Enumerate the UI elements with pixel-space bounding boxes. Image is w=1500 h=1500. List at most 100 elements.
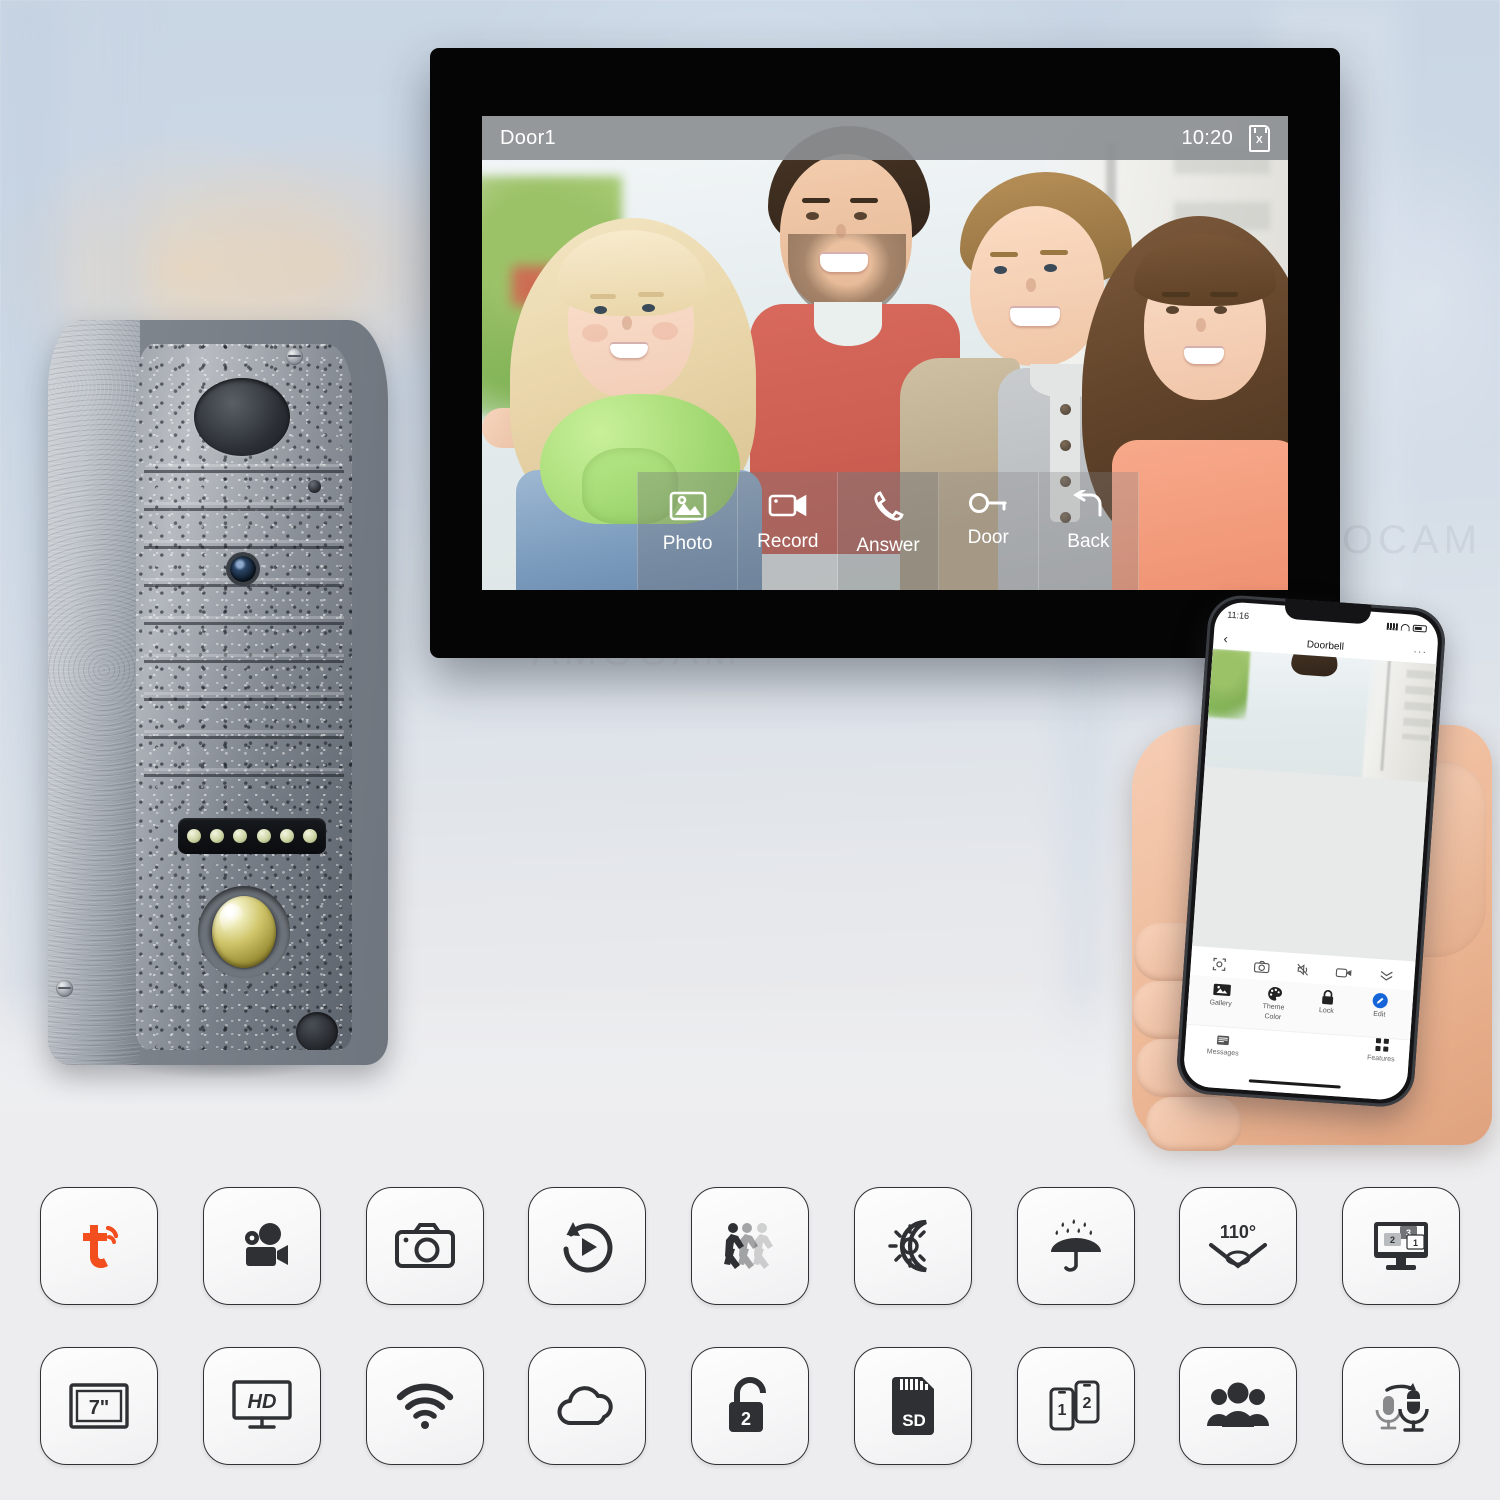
eyebrow (1162, 292, 1190, 297)
video-record-icon (768, 490, 808, 520)
back-arrow-icon (1070, 490, 1106, 520)
battery-icon (1412, 624, 1428, 633)
lock-icon (1320, 989, 1335, 1006)
answer-button[interactable]: Answer (838, 472, 939, 590)
lock-label: Lock (1318, 1006, 1335, 1015)
features-grid-icon (1374, 1038, 1389, 1054)
camera-lens (230, 556, 256, 582)
ir-led (233, 829, 248, 843)
eye (642, 304, 655, 312)
phone-live-video[interactable] (1192, 648, 1437, 962)
monitor-control-bar: Photo Record Answer Door Back (637, 472, 1140, 590)
collar (814, 302, 882, 346)
lock-button[interactable]: Lock (1303, 988, 1351, 1017)
features-label: Features (1366, 1054, 1395, 1064)
wide-angle-icon: 110° (1179, 1187, 1298, 1305)
multi-user-icon (1179, 1347, 1298, 1465)
fullscreen-icon[interactable] (1212, 956, 1228, 972)
day-night-vision-icon (853, 1187, 972, 1305)
wifi-icon (1400, 623, 1411, 631)
sd-value: SD (902, 1411, 926, 1430)
phone-video-scene (1202, 648, 1437, 783)
hd-resolution-icon: HD (202, 1347, 321, 1465)
eyebrow (850, 198, 878, 203)
lock-count-value: 2 (741, 1409, 751, 1429)
feature-icons-panel: 110° 3 2 1 7" HD 2 SD 1 2 (0, 1105, 1500, 1500)
two-lock-icon: 2 (691, 1347, 809, 1465)
smartphone-in-hand: 11:16 ‹ Doorbell ··· Gallery Theme Color… (1120, 575, 1500, 1151)
eyebrow (638, 292, 664, 297)
nose (1196, 318, 1206, 332)
nav-features[interactable]: Features (1367, 1037, 1396, 1063)
ir-led (256, 829, 271, 843)
sd-card-icon: X (1249, 124, 1270, 152)
playback-icon (528, 1187, 647, 1305)
photo-label: Photo (662, 533, 713, 554)
eyebrow (802, 198, 830, 203)
svg-text:1: 1 (1413, 1238, 1418, 1248)
nose (622, 316, 632, 330)
record-label: Record (757, 531, 819, 552)
edit-label: Edit (1372, 1010, 1386, 1019)
theme-color-button[interactable]: Theme Color (1250, 984, 1298, 1023)
microphone-hole (308, 480, 321, 493)
ir-led (302, 829, 317, 843)
ir-led (187, 829, 202, 843)
eyebrow (1040, 250, 1068, 255)
door-station-body (48, 320, 388, 1065)
feature-row-1: 110° 3 2 1 (40, 1187, 1460, 1312)
channel-label: Door1 (500, 126, 556, 149)
mouth (610, 342, 648, 358)
mouth (1010, 306, 1060, 326)
feature-row-2: 7" HD 2 SD 1 2 (40, 1347, 1460, 1472)
finger (1146, 1097, 1242, 1151)
phone-clock: 11:16 (1226, 609, 1250, 622)
eyebrow (590, 294, 616, 299)
gallery-icon (1212, 981, 1231, 998)
key-unlock-icon (967, 490, 1009, 516)
eye (1214, 306, 1227, 314)
two-phones-icon: 1 2 (1016, 1347, 1135, 1465)
record-button[interactable]: Record (738, 472, 839, 590)
wifi-icon (365, 1347, 484, 1465)
edit-pencil-icon (1371, 993, 1389, 1010)
theme-color-label-line2: Color (1264, 1013, 1282, 1022)
ir-led (279, 829, 294, 843)
cloud-storage-icon (528, 1347, 647, 1465)
camera-housing (194, 378, 290, 456)
gallery-label: Gallery (1209, 999, 1232, 1008)
more-options-icon[interactable]: ··· (1413, 646, 1428, 659)
multi-monitor-icon: 3 2 1 (1342, 1187, 1460, 1305)
phone-page-title: Doorbell (1306, 638, 1345, 653)
back-chevron-icon[interactable]: ‹ (1223, 631, 1228, 646)
sd-card-icon: SD (853, 1347, 972, 1465)
mounting-screw (286, 348, 303, 365)
door-label: Door (967, 527, 1009, 548)
mute-speaker-icon[interactable] (1295, 963, 1310, 978)
doorbell-call-button[interactable] (212, 896, 276, 968)
edit-button[interactable]: Edit (1356, 992, 1404, 1021)
mounting-screw (56, 980, 73, 997)
theme-palette-icon (1266, 985, 1283, 1002)
door-station-face-plate (136, 344, 352, 1050)
visitor-person-2 (1277, 648, 1351, 764)
eye (806, 212, 819, 220)
collapse-chevrons-icon[interactable] (1379, 969, 1394, 982)
video-record-icon[interactable] (1336, 966, 1354, 979)
door-unlock-button[interactable]: Door (938, 472, 1039, 590)
photo-button[interactable]: Photo (637, 472, 739, 590)
doorbell-button-ring (198, 886, 290, 978)
motion-detection-icon (691, 1187, 809, 1305)
hd-value: HD (247, 1391, 276, 1413)
wide-angle-value: 110° (1220, 1222, 1256, 1242)
nose (1026, 278, 1036, 292)
mouth (1184, 346, 1224, 364)
back-button[interactable]: Back (1038, 472, 1140, 590)
gallery-button[interactable]: Gallery (1197, 980, 1245, 1009)
eye (994, 266, 1007, 274)
mouth (820, 252, 868, 272)
phone-1-value: 1 (1057, 1402, 1066, 1419)
tuya-smart-app-icon (40, 1187, 158, 1305)
snapshot-camera-icon[interactable] (1253, 960, 1270, 975)
nav-messages[interactable]: Messages (1207, 1034, 1240, 1057)
